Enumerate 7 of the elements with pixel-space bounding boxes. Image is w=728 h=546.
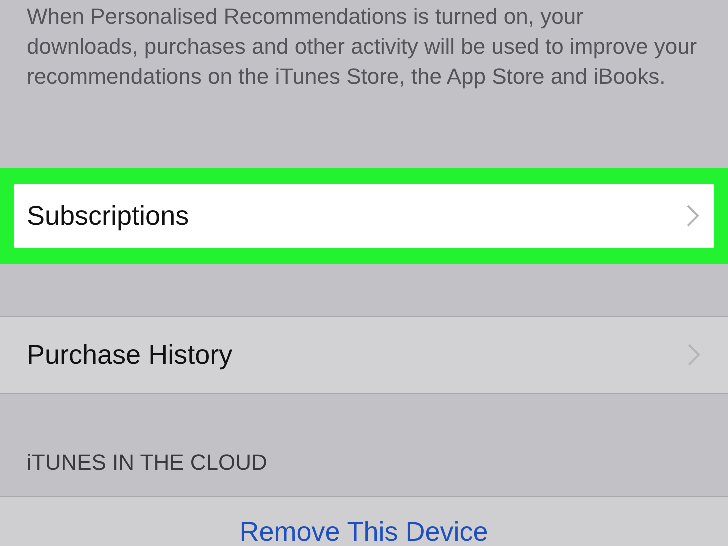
description-text: When Personalised Recommendations is turned on, your downloads, purchases and other activity will be used to improve your recommendations on the iTunes Store, the App Store and iBooks. <box>26 3 698 91</box>
section-header: iTUNES IN THE CLOUD <box>26 450 268 477</box>
chevron-icon <box>687 343 701 367</box>
chevron-icon <box>686 204 700 228</box>
remove-device-link[interactable]: Remove This Device <box>240 517 488 546</box>
settings-row[interactable]: Subscriptions <box>14 184 714 248</box>
settings-row[interactable]: Purchase History <box>0 316 728 394</box>
